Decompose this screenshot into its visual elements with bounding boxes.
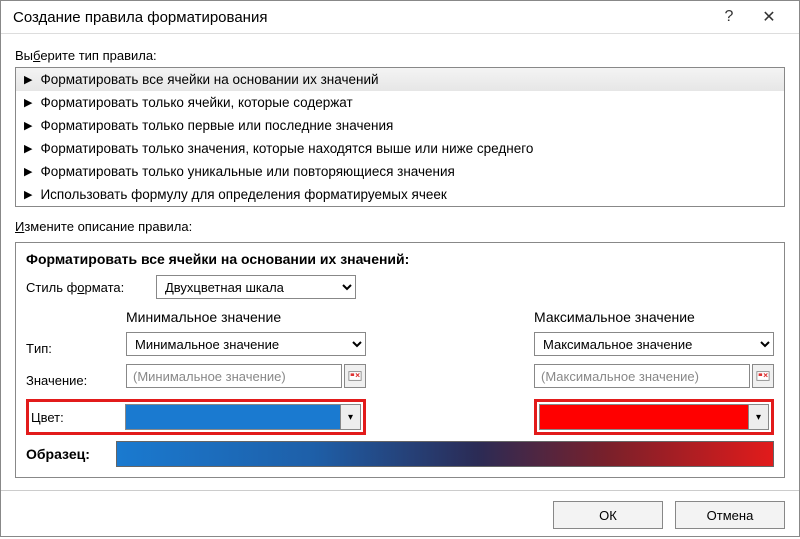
rule-item-label: Форматировать только ячейки, которые сод… bbox=[40, 95, 352, 110]
ok-button[interactable]: ОК bbox=[553, 501, 663, 529]
text: Стиль ф bbox=[26, 280, 77, 295]
min-column: Минимальное значение Минимальное значени… bbox=[126, 309, 366, 399]
sample-gradient bbox=[116, 441, 774, 467]
color-label: Цвет: bbox=[31, 410, 125, 425]
rule-description-box: Форматировать все ячейки на основании их… bbox=[15, 242, 785, 478]
range-picker-icon bbox=[756, 369, 770, 383]
dialog-content: Выберите тип правила: ▶ Форматировать вс… bbox=[1, 34, 799, 490]
dialog-footer: ОК Отмена bbox=[1, 490, 799, 539]
text: вет: bbox=[41, 410, 64, 425]
min-max-grid: Тип: Значение: Минимальное значение Мини… bbox=[26, 309, 774, 399]
close-button[interactable]: ✕ bbox=[749, 7, 789, 27]
window-title: Создание правила форматирования bbox=[13, 9, 709, 26]
arrow-icon: ▶ bbox=[24, 119, 32, 132]
min-header: Минимальное значение bbox=[126, 309, 366, 325]
max-value-input[interactable]: (Максимальное значение) bbox=[534, 364, 750, 388]
max-header: Максимальное значение bbox=[534, 309, 774, 325]
format-style-select[interactable]: Двухцветная шкала bbox=[156, 275, 356, 299]
rule-item[interactable]: ▶ Форматировать только уникальные или по… bbox=[16, 160, 784, 183]
text: ип: bbox=[34, 341, 52, 356]
cancel-button[interactable]: Отмена bbox=[675, 501, 785, 529]
min-color-highlight: Цвет: ▾ bbox=[26, 399, 366, 435]
help-button[interactable]: ? bbox=[709, 8, 749, 26]
text: о bbox=[77, 280, 84, 295]
min-color-select[interactable]: ▾ bbox=[125, 404, 361, 430]
arrow-icon: ▶ bbox=[24, 142, 32, 155]
max-color-highlight: ▾ bbox=[534, 399, 774, 435]
rule-item-label: Форматировать только уникальные или повт… bbox=[40, 164, 454, 179]
min-value-input[interactable]: (Минимальное значение) bbox=[126, 364, 342, 388]
text: змените описание правила: bbox=[24, 219, 192, 234]
rule-item-label: Использовать формулу для определения фор… bbox=[40, 187, 446, 202]
value-label: Значение: bbox=[26, 367, 126, 393]
text: И bbox=[15, 219, 24, 234]
select-rule-label: Выберите тип правила: bbox=[15, 48, 785, 63]
text: Вы bbox=[15, 48, 33, 63]
format-style-label: Стиль формата: bbox=[26, 280, 156, 295]
max-color-select[interactable]: ▾ bbox=[539, 404, 769, 430]
chevron-down-icon: ▾ bbox=[340, 405, 360, 429]
range-picker-icon bbox=[348, 369, 362, 383]
max-type-select[interactable]: Максимальное значение bbox=[534, 332, 774, 356]
rule-item-label: Форматировать только значения, которые н… bbox=[40, 141, 533, 156]
rule-item[interactable]: ▶ Форматировать только значения, которые… bbox=[16, 137, 784, 160]
rule-item[interactable]: ▶ Форматировать все ячейки на основании … bbox=[16, 68, 784, 91]
edit-desc-label: Измените описание правила: bbox=[15, 219, 785, 234]
min-value-refpicker[interactable] bbox=[344, 364, 366, 388]
arrow-icon: ▶ bbox=[24, 96, 32, 109]
sample-row: Образец: bbox=[26, 441, 774, 467]
color-row: Цвет: ▾ ▾ bbox=[26, 399, 774, 435]
min-color-swatch bbox=[126, 405, 340, 429]
rule-item[interactable]: ▶ Использовать формулу для определения ф… bbox=[16, 183, 784, 206]
dialog-window: Создание правила форматирования ? ✕ Выбе… bbox=[0, 0, 800, 537]
text: рмата: bbox=[85, 280, 125, 295]
row-labels-column: Тип: Значение: bbox=[26, 309, 126, 399]
max-column: Максимальное значение Максимальное значе… bbox=[534, 309, 774, 399]
max-value-refpicker[interactable] bbox=[752, 364, 774, 388]
desc-title: Форматировать все ячейки на основании их… bbox=[26, 251, 774, 267]
text: Т bbox=[26, 341, 34, 356]
text: начение: bbox=[34, 373, 87, 388]
text: З bbox=[26, 373, 34, 388]
arrow-icon: ▶ bbox=[24, 188, 32, 201]
chevron-down-icon: ▾ bbox=[748, 405, 768, 429]
rule-item-label: Форматировать все ячейки на основании их… bbox=[40, 72, 378, 87]
text: ерите тип правила: bbox=[40, 48, 156, 63]
arrow-icon: ▶ bbox=[24, 73, 32, 86]
rule-item[interactable]: ▶ Форматировать только ячейки, которые с… bbox=[16, 91, 784, 114]
arrow-icon: ▶ bbox=[24, 165, 32, 178]
titlebar: Создание правила форматирования ? ✕ bbox=[1, 1, 799, 34]
rule-item-label: Форматировать только первые или последни… bbox=[40, 118, 393, 133]
sample-label: Образец: bbox=[26, 446, 116, 462]
min-type-select[interactable]: Минимальное значение bbox=[126, 332, 366, 356]
format-style-row: Стиль формата: Двухцветная шкала bbox=[26, 275, 774, 299]
rule-type-list[interactable]: ▶ Форматировать все ячейки на основании … bbox=[15, 67, 785, 207]
type-label: Тип: bbox=[26, 335, 126, 361]
max-color-swatch bbox=[540, 405, 748, 429]
rule-item[interactable]: ▶ Форматировать только первые или послед… bbox=[16, 114, 784, 137]
text: Ц bbox=[31, 410, 41, 425]
